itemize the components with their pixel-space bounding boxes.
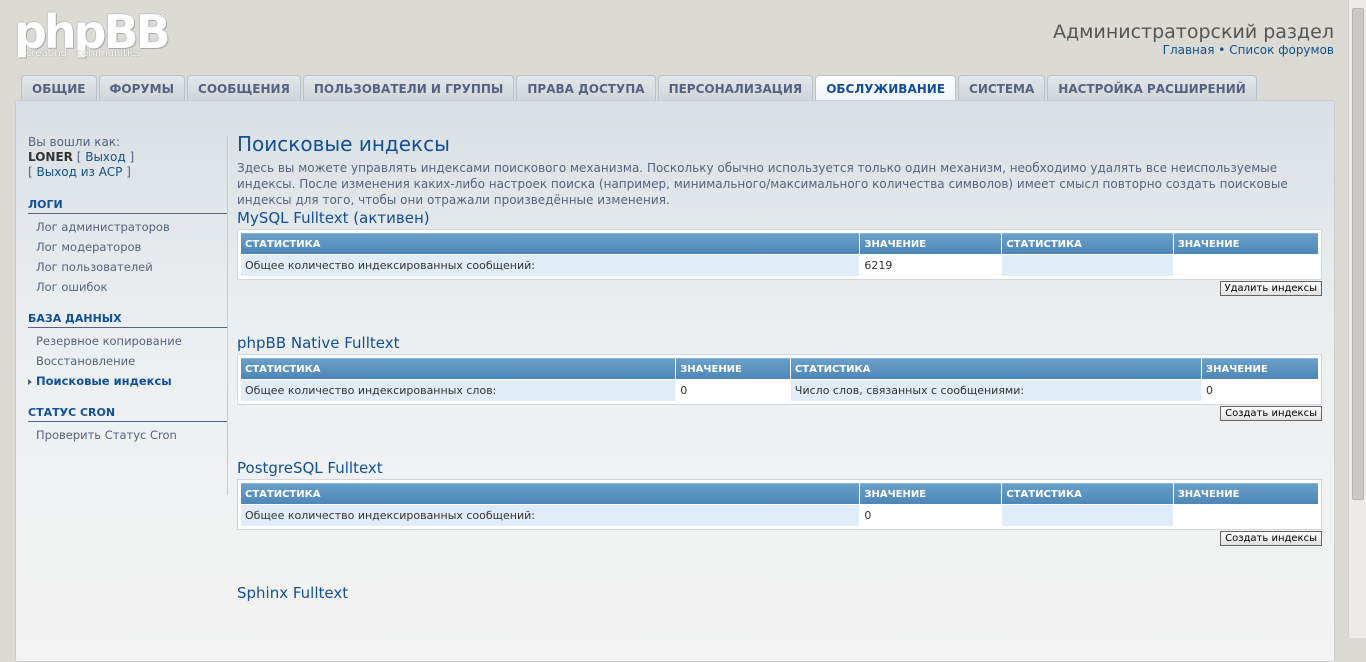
table-cell: [1002, 505, 1173, 526]
table-cell: [1002, 255, 1173, 276]
tab-2[interactable]: СООБЩЕНИЯ: [187, 75, 301, 101]
sidebar-item[interactable]: Лог пользователей: [36, 261, 228, 274]
main-panel: Вы вошли как: LONER [ Выход ] [ Выход из…: [15, 100, 1335, 662]
login-info: Вы вошли как: LONER [ Выход ] [ Выход из…: [28, 135, 228, 180]
column-header: ЗНАЧЕНИЕ: [676, 358, 790, 379]
column-header: СТАТИСТИКА: [241, 233, 860, 254]
link-separator: •: [1214, 43, 1230, 57]
table-cell: [1173, 255, 1318, 276]
column-header: СТАТИСТИКА: [241, 358, 676, 379]
column-header: ЗНАЧЕНИЕ: [1202, 358, 1318, 379]
stats-table: СТАТИСТИКА ЗНАЧЕНИЕ СТАТИСТИКА ЗНАЧЕНИЕ Обще…: [237, 479, 1322, 530]
forum-list-link[interactable]: Список форумов: [1229, 43, 1334, 57]
tab-7[interactable]: СИСТЕМА: [958, 75, 1046, 101]
top-links: Главная • Список форумов: [1163, 43, 1334, 57]
index-section: MySQL Fulltext (активен) СТАТИСТИКА ЗНАЧЕН…: [237, 208, 1322, 296]
tab-6[interactable]: ОБСЛУЖИВАНИЕ: [815, 75, 957, 102]
table-cell: Общее количество индексированных слов:: [241, 380, 676, 401]
column-header: ЗНАЧЕНИЕ: [1173, 483, 1318, 504]
section-title: MySQL Fulltext (активен): [237, 209, 430, 227]
table-cell: 6219: [860, 255, 1002, 276]
page-description: Здесь вы можете управлять индексами поис…: [237, 161, 1288, 207]
sidebar-divider: [227, 135, 228, 495]
column-header: ЗНАЧЕНИЕ: [860, 483, 1002, 504]
home-link[interactable]: Главная: [1163, 43, 1215, 57]
column-header: СТАТИСТИКА: [790, 358, 1202, 379]
logout-link[interactable]: Выход: [85, 150, 125, 164]
menu-group-title: БАЗА ДАННЫХ: [28, 312, 228, 328]
sidebar-item[interactable]: Поисковые индексы: [28, 375, 228, 388]
column-header: ЗНАЧЕНИЕ: [1173, 233, 1318, 254]
section-title: phpBB Native Fulltext: [237, 334, 400, 352]
table-cell: Общее количество индексированных сообщен…: [241, 255, 860, 276]
sidebar-item[interactable]: Лог модераторов: [36, 241, 228, 254]
table-cell: Число слов, связанных с сообщениями:: [790, 380, 1202, 401]
logo-tagline: creating communities: [26, 48, 142, 59]
section-title: PostgreSQL Fulltext: [237, 459, 383, 477]
index-section: Sphinx Fulltext: [237, 583, 1322, 603]
sidebar-menu: ЛОГИ Лог администраторов Лог модераторов Ло…: [28, 198, 228, 442]
sidebar-item[interactable]: Лог ошибок: [36, 281, 228, 294]
table-row: Общее количество индексированных сообщен…: [241, 255, 1318, 276]
sidebar-item[interactable]: Восстановление: [36, 355, 228, 368]
column-header: СТАТИСТИКА: [1002, 483, 1173, 504]
create-index-button[interactable]: Создать индексы: [1220, 531, 1322, 546]
table-cell: 0: [1202, 380, 1318, 401]
column-header: ЗНАЧЕНИЕ: [860, 233, 1002, 254]
table-row: Общее количество индексированных слов: 0 Ч…: [241, 380, 1318, 401]
tab-1[interactable]: ФОРУМЫ: [98, 75, 186, 101]
tab-5[interactable]: ПЕРСОНАЛИЗАЦИЯ: [657, 75, 814, 101]
username: LONER: [28, 150, 73, 164]
scrollbar-thumb[interactable]: [1352, 8, 1364, 500]
section-title: Sphinx Fulltext: [237, 584, 349, 602]
table-cell: 0: [676, 380, 790, 401]
tab-4[interactable]: ПРАВА ДОСТУПА: [516, 75, 656, 101]
column-header: СТАТИСТИКА: [1002, 233, 1173, 254]
table-cell: Общее количество индексированных сообщен…: [241, 505, 860, 526]
sidebar: Вы вошли как: LONER [ Выход ] [ Выход из…: [28, 135, 228, 442]
logged-as-label: Вы вошли как:: [28, 135, 121, 149]
table-row: Общее количество индексированных сообщен…: [241, 505, 1318, 526]
tab-0[interactable]: ОБЩИЕ: [21, 75, 97, 101]
index-section: phpBB Native Fulltext СТАТИСТИКА ЗНАЧЕНИЕ С…: [237, 333, 1322, 421]
menu-group-title: ЛОГИ: [28, 198, 228, 214]
index-section: PostgreSQL Fulltext СТАТИСТИКА ЗНАЧЕНИЕ СТА…: [237, 458, 1322, 546]
page-title: Поисковые индексы: [237, 132, 450, 156]
main-content: Поисковые индексы Здесь вы можете управл…: [237, 131, 1323, 602]
delete-index-button[interactable]: Удалить индексы: [1219, 281, 1322, 296]
tab-3[interactable]: ПОЛЬЗОВАТЕЛИ И ГРУППЫ: [302, 75, 515, 101]
sidebar-item[interactable]: Проверить Статус Cron: [36, 429, 228, 442]
table-cell: 0: [860, 505, 1002, 526]
tab-8[interactable]: НАСТРОЙКА РАСШИРЕНИЙ: [1047, 75, 1257, 101]
logout-acp-link[interactable]: Выход из ACP: [37, 165, 123, 179]
logo-registered-mark: ®: [158, 10, 168, 21]
stats-table: СТАТИСТИКА ЗНАЧЕНИЕ СТАТИСТИКА ЗНАЧЕНИЕ Обще…: [237, 354, 1322, 405]
table-cell: [1173, 505, 1318, 526]
sidebar-item[interactable]: Лог администраторов: [36, 221, 228, 234]
phpbb-logo[interactable]: phpBB ® creating communities: [12, 8, 172, 66]
site-title: Администраторский раздел: [1053, 21, 1334, 43]
column-header: СТАТИСТИКА: [241, 483, 860, 504]
sidebar-item[interactable]: Резервное копирование: [36, 335, 228, 348]
vertical-scrollbar[interactable]: [1348, 0, 1366, 638]
main-tabs: ОБЩИЕ ФОРУМЫ СООБЩЕНИЯ ПОЛЬЗОВАТЕЛИ И ГРУПП…: [21, 75, 1259, 102]
create-index-button[interactable]: Создать индексы: [1220, 406, 1322, 421]
menu-group-title: СТАТУС CRON: [28, 406, 228, 422]
stats-table: СТАТИСТИКА ЗНАЧЕНИЕ СТАТИСТИКА ЗНАЧЕНИЕ Обще…: [237, 229, 1322, 280]
